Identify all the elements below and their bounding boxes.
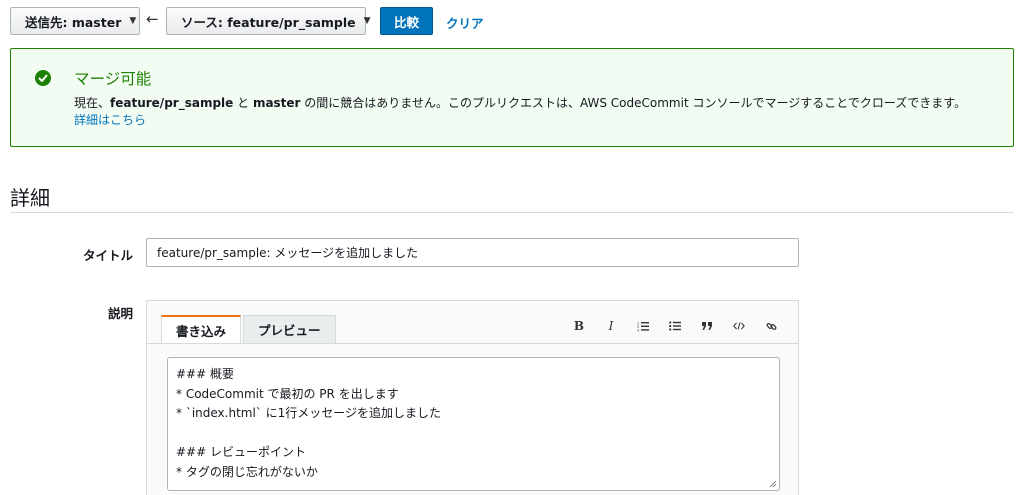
- chevron-down-icon: ▼: [129, 16, 137, 26]
- alert-title: マージ可能: [74, 70, 152, 88]
- tab-divider: [147, 343, 798, 344]
- unordered-list-icon[interactable]: [666, 317, 684, 335]
- resize-handle-icon[interactable]: [769, 480, 777, 488]
- source-branch-select[interactable]: ソース: feature/pr_sample ▼: [166, 7, 371, 35]
- mergeable-alert: マージ可能 現在、feature/pr_sample と master の間に競…: [10, 48, 1014, 147]
- code-icon[interactable]: [730, 317, 748, 335]
- description-line: * CodeCommit で最初の PR を出します: [176, 386, 399, 401]
- description-line: * `index.html` に1行メッセージを追加しました: [176, 406, 442, 420]
- title-input[interactable]: [146, 238, 799, 267]
- details-heading: 詳細: [10, 186, 50, 210]
- destination-branch-label: 送信先: master: [25, 14, 122, 30]
- destination-branch-select[interactable]: 送信先: master ▼: [10, 7, 140, 35]
- source-branch-label: ソース: feature/pr_sample: [181, 14, 356, 30]
- title-label: タイトル: [82, 248, 133, 263]
- format-toolbar: B I 1 2 3: [570, 317, 780, 335]
- description-line: [176, 424, 771, 444]
- tab-preview[interactable]: プレビュー: [243, 315, 336, 343]
- link-icon[interactable]: [762, 317, 780, 335]
- description-line: ### 概要: [176, 367, 234, 381]
- editor-tabs: 書き込み プレビュー: [161, 315, 336, 343]
- svg-text:3: 3: [637, 328, 639, 332]
- description-line: ### レビューポイント: [176, 445, 306, 459]
- learn-more-link[interactable]: 詳細はこちら: [74, 111, 146, 128]
- section-divider: [10, 212, 1014, 213]
- bold-button[interactable]: B: [570, 317, 588, 335]
- compare-button[interactable]: 比較: [380, 7, 433, 35]
- description-line: * タグの閉じ忘れがないか: [176, 464, 318, 479]
- ordered-list-icon[interactable]: 1 2 3: [634, 317, 652, 335]
- italic-button[interactable]: I: [602, 317, 620, 335]
- quote-icon[interactable]: [698, 317, 716, 335]
- description-label: 説明: [107, 306, 133, 321]
- chevron-down-icon: ▼: [363, 16, 371, 26]
- clear-link[interactable]: クリア: [446, 13, 484, 32]
- check-circle-icon: [35, 70, 51, 86]
- alert-destination-branch: master: [252, 96, 301, 110]
- alert-message-text: の間に競合はありません。このプルリクエストは、AWS CodeCommit コン…: [300, 96, 967, 110]
- left-arrow-icon: ←: [146, 10, 159, 28]
- tab-write[interactable]: 書き込み: [161, 315, 242, 343]
- alert-message-text: 現在、: [74, 96, 111, 110]
- alert-source-branch: feature/pr_sample: [110, 96, 234, 110]
- alert-message: 現在、feature/pr_sample と master の間に競合はありませ…: [74, 94, 966, 111]
- description-editor: 書き込み プレビュー B I 1 2 3 ### 概要 * CodeCommit…: [146, 300, 799, 495]
- alert-message-text: と: [233, 96, 253, 110]
- description-textarea[interactable]: ### 概要 * CodeCommit で最初の PR を出します * `ind…: [167, 357, 780, 491]
